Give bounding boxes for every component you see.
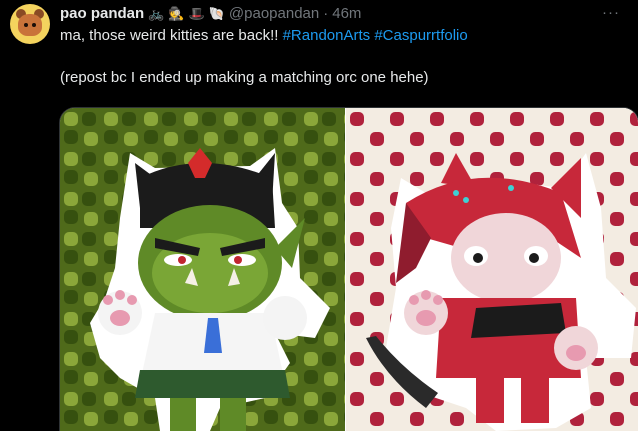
- more-options-icon[interactable]: ···: [602, 4, 620, 21]
- tweet-text-main: ma, those weird kitties are back!!: [60, 27, 283, 44]
- tophat-emoji-icon: 🎩: [188, 5, 205, 21]
- detective-emoji-icon: 🕵: [168, 5, 185, 21]
- avatar-eye: [32, 23, 36, 27]
- tweet-card[interactable]: pao pandan 🚲 🕵 🎩 🐚 @paopandan · 46m ··· …: [0, 0, 638, 431]
- hashtag-link[interactable]: #RandonArts: [283, 27, 371, 44]
- avatar-face: [18, 14, 42, 36]
- media-image-orc-kitty[interactable]: [60, 108, 345, 431]
- author-name[interactable]: pao pandan: [60, 5, 144, 22]
- author-handle[interactable]: @paopandan: [229, 5, 319, 22]
- bike-emoji-icon: 🚲: [148, 5, 165, 21]
- avatar[interactable]: [10, 4, 50, 44]
- avatar-eye: [24, 23, 28, 27]
- post-time[interactable]: 46m: [332, 5, 361, 22]
- orc-kitty-illustration: [60, 108, 345, 431]
- tweet-media[interactable]: [59, 107, 638, 431]
- tweet-header: pao pandan 🚲 🕵 🎩 🐚 @paopandan · 46m: [60, 3, 361, 23]
- hashtag-link[interactable]: #Caspurrtfolio: [374, 27, 467, 44]
- separator-dot: ·: [323, 4, 329, 22]
- red-kitty-illustration: [346, 108, 638, 431]
- tweet-note: (repost bc I ended up making a matching …: [60, 69, 429, 86]
- shell-emoji-icon: 🐚: [208, 5, 225, 21]
- paw-left: [98, 290, 142, 335]
- tweet-text: ma, those weird kitties are back!! #Rand…: [60, 27, 468, 44]
- media-image-red-kitty[interactable]: [346, 108, 638, 431]
